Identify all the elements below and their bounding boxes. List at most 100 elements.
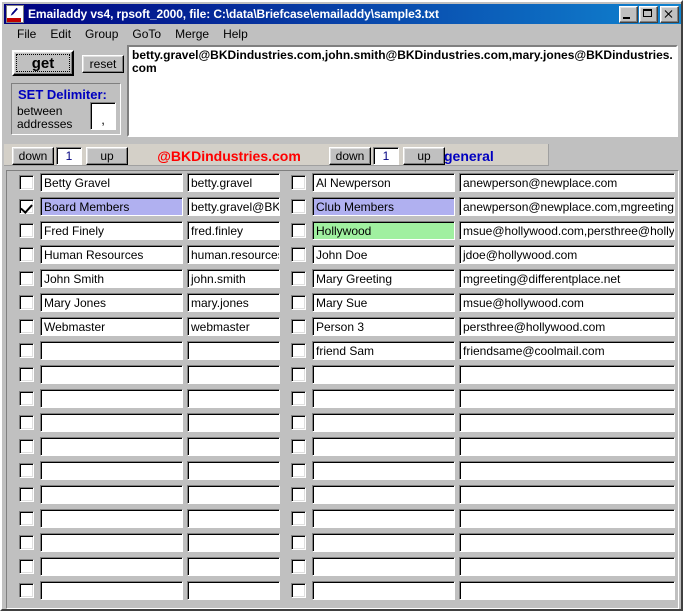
- alias-field-left[interactable]: [187, 581, 280, 600]
- output-textarea[interactable]: betty.gravel@BKDindustries.com,john.smit…: [127, 45, 678, 137]
- row-checkbox-left[interactable]: [19, 295, 34, 310]
- name-field-right[interactable]: Mary Sue: [312, 293, 455, 312]
- row-checkbox-right[interactable]: [291, 463, 306, 478]
- row-checkbox-right[interactable]: [291, 199, 306, 214]
- menu-item-edit[interactable]: Edit: [43, 26, 78, 42]
- row-checkbox-left[interactable]: [19, 367, 34, 382]
- left-up-button[interactable]: up: [86, 147, 128, 165]
- alias-field-left[interactable]: [187, 413, 280, 432]
- email-field-right[interactable]: [459, 581, 675, 600]
- close-button[interactable]: [660, 5, 679, 23]
- row-checkbox-left[interactable]: [19, 415, 34, 430]
- row-checkbox-right[interactable]: [291, 535, 306, 550]
- right-page-number[interactable]: 1: [373, 147, 399, 165]
- get-button[interactable]: get: [12, 50, 74, 76]
- email-field-right[interactable]: [459, 485, 675, 504]
- name-field-left[interactable]: Webmaster: [40, 317, 183, 336]
- left-down-button[interactable]: down: [12, 147, 54, 165]
- name-field-left[interactable]: [40, 581, 183, 600]
- name-field-left[interactable]: [40, 557, 183, 576]
- row-checkbox-right[interactable]: [291, 247, 306, 262]
- row-checkbox-left[interactable]: [19, 223, 34, 238]
- email-field-right[interactable]: [459, 389, 675, 408]
- alias-field-left[interactable]: [187, 437, 280, 456]
- title-bar[interactable]: Emailaddy vs4, rpsoft_2000, file: C:\dat…: [4, 4, 681, 24]
- row-checkbox-left[interactable]: [19, 271, 34, 286]
- name-field-right[interactable]: Club Members: [312, 197, 455, 216]
- name-field-left[interactable]: Betty Gravel: [40, 173, 183, 192]
- name-field-left[interactable]: Mary Jones: [40, 293, 183, 312]
- email-field-right[interactable]: [459, 557, 675, 576]
- email-field-right[interactable]: msue@hollywood.com: [459, 293, 675, 312]
- row-checkbox-left[interactable]: [19, 583, 34, 598]
- email-field-right[interactable]: anewperson@newplace.com,mgreeting@dif: [459, 197, 675, 216]
- email-field-right[interactable]: [459, 461, 675, 480]
- email-field-right[interactable]: friendsame@coolmail.com: [459, 341, 675, 360]
- row-checkbox-right[interactable]: [291, 271, 306, 286]
- name-field-right[interactable]: [312, 485, 455, 504]
- maximize-button[interactable]: [639, 5, 658, 23]
- alias-field-left[interactable]: john.smith: [187, 269, 280, 288]
- row-checkbox-left[interactable]: [19, 391, 34, 406]
- name-field-right[interactable]: [312, 557, 455, 576]
- alias-field-left[interactable]: [187, 389, 280, 408]
- name-field-right[interactable]: [312, 581, 455, 600]
- name-field-left[interactable]: Board Members: [40, 197, 183, 216]
- menu-item-merge[interactable]: Merge: [168, 26, 216, 42]
- row-checkbox-right[interactable]: [291, 487, 306, 502]
- name-field-right[interactable]: [312, 509, 455, 528]
- right-up-button[interactable]: up: [403, 147, 445, 165]
- name-field-left[interactable]: [40, 533, 183, 552]
- row-checkbox-right[interactable]: [291, 391, 306, 406]
- alias-field-left[interactable]: webmaster: [187, 317, 280, 336]
- row-checkbox-left[interactable]: [19, 175, 34, 190]
- alias-field-left[interactable]: [187, 341, 280, 360]
- name-field-right[interactable]: [312, 365, 455, 384]
- name-field-left[interactable]: John Smith: [40, 269, 183, 288]
- left-page-number[interactable]: 1: [56, 147, 82, 165]
- menu-item-goto[interactable]: GoTo: [125, 26, 168, 42]
- name-field-left[interactable]: [40, 509, 183, 528]
- row-checkbox-left[interactable]: [19, 319, 34, 334]
- row-checkbox-right[interactable]: [291, 295, 306, 310]
- name-field-right[interactable]: Al Newperson: [312, 173, 455, 192]
- menu-item-file[interactable]: File: [10, 26, 43, 42]
- name-field-left[interactable]: [40, 461, 183, 480]
- alias-field-left[interactable]: [187, 485, 280, 504]
- right-down-button[interactable]: down: [329, 147, 371, 165]
- row-checkbox-left[interactable]: [19, 343, 34, 358]
- row-checkbox-left[interactable]: [19, 247, 34, 262]
- alias-field-left[interactable]: betty.gravel: [187, 173, 280, 192]
- name-field-right[interactable]: John Doe: [312, 245, 455, 264]
- row-checkbox-left[interactable]: [19, 463, 34, 478]
- name-field-right[interactable]: Person 3: [312, 317, 455, 336]
- row-checkbox-right[interactable]: [291, 343, 306, 358]
- row-checkbox-left[interactable]: [19, 511, 34, 526]
- name-field-right[interactable]: [312, 413, 455, 432]
- name-field-left[interactable]: [40, 485, 183, 504]
- email-field-right[interactable]: persthree@hollywood.com: [459, 317, 675, 336]
- name-field-left[interactable]: [40, 389, 183, 408]
- minimize-button[interactable]: [619, 5, 638, 23]
- alias-field-left[interactable]: [187, 557, 280, 576]
- name-field-left[interactable]: [40, 413, 183, 432]
- row-checkbox-right[interactable]: [291, 439, 306, 454]
- row-checkbox-right[interactable]: [291, 223, 306, 238]
- email-field-right[interactable]: [459, 437, 675, 456]
- alias-field-left[interactable]: betty.gravel@BKDi: [187, 197, 280, 216]
- email-field-right[interactable]: [459, 509, 675, 528]
- row-checkbox-left[interactable]: [19, 535, 34, 550]
- email-field-right[interactable]: jdoe@hollywood.com: [459, 245, 675, 264]
- email-field-right[interactable]: mgreeting@differentplace.net: [459, 269, 675, 288]
- row-checkbox-left[interactable]: [19, 199, 34, 214]
- row-checkbox-right[interactable]: [291, 415, 306, 430]
- row-checkbox-left[interactable]: [19, 487, 34, 502]
- alias-field-left[interactable]: mary.jones: [187, 293, 280, 312]
- name-field-left[interactable]: Human Resources: [40, 245, 183, 264]
- email-field-right[interactable]: anewperson@newplace.com: [459, 173, 675, 192]
- row-checkbox-right[interactable]: [291, 583, 306, 598]
- alias-field-left[interactable]: [187, 461, 280, 480]
- email-field-right[interactable]: [459, 533, 675, 552]
- name-field-right[interactable]: [312, 389, 455, 408]
- alias-field-left[interactable]: human.resources: [187, 245, 280, 264]
